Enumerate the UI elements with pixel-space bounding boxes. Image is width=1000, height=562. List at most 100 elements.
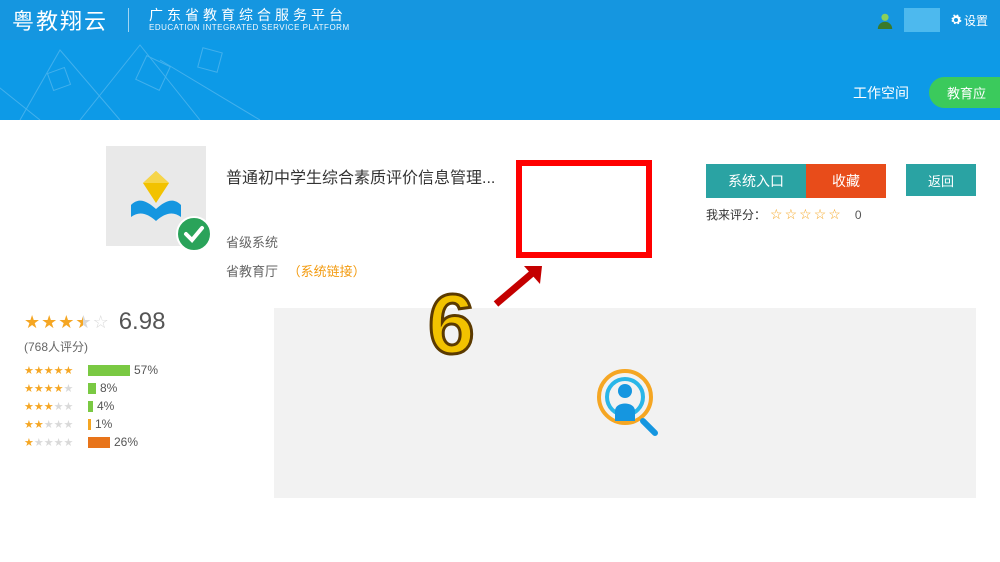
rating-distribution: ★★★★★57%★★★★★8%★★★★★4%★★★★★1%★★★★★26% <box>24 363 244 449</box>
star-icon: ★ <box>24 418 34 431</box>
settings-link[interactable]: 设置 <box>950 12 988 29</box>
star-icon[interactable]: ☆ <box>828 206 841 223</box>
preview-area <box>274 308 976 498</box>
rating-head: ★ ★ ★ ★★ ☆ 6.98 <box>24 308 244 336</box>
app-source: 省教育厅 <box>226 264 278 279</box>
content: 普通初中学生综合素质评价信息管理... 省级系统 省教育厅 （系统链接） 系统入… <box>0 120 1000 280</box>
lower-section: ★ ★ ★ ★★ ☆ 6.98 (768人评分) ★★★★★57%★★★★★8%… <box>0 308 1000 498</box>
star-icon: ★ <box>34 382 44 395</box>
dist-pct: 26% <box>114 435 138 449</box>
dist-stars: ★★★★★ <box>24 400 88 413</box>
logo-subtitle: 广东省教育综合服务平台 EDUCATION INTEGRATED SERVICE… <box>149 7 350 32</box>
banner-nav: 工作空间 教育应 <box>853 77 1000 108</box>
settings-label: 设置 <box>964 12 988 29</box>
star-icon: ★ <box>24 364 34 377</box>
star-icon: ★ <box>41 312 57 333</box>
logo-text: 粤教翔云 <box>12 4 108 36</box>
star-icon: ★ <box>24 400 34 413</box>
star-icon: ★ <box>44 400 54 413</box>
star-dim-icon: ★ <box>34 436 44 449</box>
star-icon[interactable]: ☆ <box>814 206 827 223</box>
star-icon: ★ <box>54 364 64 377</box>
verified-check-icon <box>176 216 212 252</box>
star-half-icon: ★★ <box>75 312 91 333</box>
star-icon: ★ <box>24 382 34 395</box>
star-dim-icon: ★ <box>64 400 74 413</box>
average-score: 6.98 <box>119 308 166 336</box>
star-dim-icon: ★ <box>54 418 64 431</box>
top-right: 设置 <box>876 8 988 32</box>
star-dim-icon: ★ <box>54 436 64 449</box>
action-cluster: 系统入口 收藏 我来评分： ☆ ☆ ☆ ☆ ☆ 0 <box>706 146 886 280</box>
star-icon: ★ <box>64 364 74 377</box>
system-link[interactable]: （系统链接） <box>288 264 366 279</box>
star-icon: ★ <box>24 436 34 449</box>
logo-subtitle-zh: 广东省教育综合服务平台 <box>149 7 350 23</box>
dist-row: ★★★★★4% <box>24 399 244 413</box>
user-target-icon <box>585 363 665 443</box>
dist-pct: 57% <box>134 363 158 377</box>
nav-workspace[interactable]: 工作空间 <box>853 83 909 103</box>
star-icon[interactable]: ☆ <box>785 206 798 223</box>
nav-edu-app[interactable]: 教育应 <box>929 77 1000 108</box>
dist-row: ★★★★★57% <box>24 363 244 377</box>
dist-row: ★★★★★ 1% <box>24 417 244 431</box>
dist-pct: 1% <box>95 417 112 431</box>
star-icon: ★ <box>24 312 40 333</box>
star-icon: ★ <box>54 382 64 395</box>
dist-stars: ★★★★★ <box>24 436 88 449</box>
star-dim-icon: ★ <box>64 436 74 449</box>
app-row: 普通初中学生综合素质评价信息管理... 省级系统 省教育厅 （系统链接） 系统入… <box>24 146 976 280</box>
dist-bar <box>88 365 130 376</box>
star-icon: ★ <box>34 418 44 431</box>
rate-label: 我来评分： <box>706 206 766 223</box>
enter-system-button[interactable]: 系统入口 <box>706 164 806 198</box>
app-icon <box>106 146 206 246</box>
dist-bar <box>88 401 93 412</box>
star-dim-icon: ★ <box>64 382 74 395</box>
star-empty-icon: ☆ <box>93 312 109 333</box>
star-icon: ★ <box>34 364 44 377</box>
star-dim-icon: ★ <box>54 400 64 413</box>
dist-bar <box>88 383 96 394</box>
dist-row: ★★★★★8% <box>24 381 244 395</box>
back-button[interactable]: 返回 <box>906 164 976 196</box>
dist-stars: ★★★★★ <box>24 382 88 395</box>
star-icon[interactable]: ☆ <box>770 206 783 223</box>
my-rating-row: 我来评分： ☆ ☆ ☆ ☆ ☆ 0 <box>706 206 886 223</box>
star-icon: ★ <box>44 364 54 377</box>
rating-count-text: (768人评分) <box>24 338 244 355</box>
rate-stars[interactable]: ☆ ☆ ☆ ☆ ☆ <box>770 206 841 223</box>
banner: 工作空间 教育应 <box>0 40 1000 120</box>
top-bar: 粤教翔云 广东省教育综合服务平台 EDUCATION INTEGRATED SE… <box>0 0 1000 40</box>
dist-stars: ★★★★★ <box>24 364 88 377</box>
logo-subtitle-en: EDUCATION INTEGRATED SERVICE PLATFORM <box>149 23 350 32</box>
app-info: 普通初中学生综合素质评价信息管理... 省级系统 省教育厅 （系统链接） <box>226 146 686 280</box>
app-source-row: 省教育厅 （系统链接） <box>226 261 686 280</box>
star-icon: ★ <box>34 400 44 413</box>
rating-count: 0 <box>855 208 862 222</box>
dist-row: ★★★★★26% <box>24 435 244 449</box>
back-button-col: 返回 <box>906 146 976 280</box>
star-icon: ★ <box>58 312 74 333</box>
logo-block: 粤教翔云 广东省教育综合服务平台 EDUCATION INTEGRATED SE… <box>12 4 350 36</box>
dist-bar <box>88 437 110 448</box>
logo-divider <box>128 8 129 32</box>
button-row: 系统入口 收藏 <box>706 164 886 198</box>
star-icon: ★ <box>44 382 54 395</box>
app-title: 普通初中学生综合素质评价信息管理... <box>226 164 526 188</box>
star-dim-icon: ★ <box>64 418 74 431</box>
rating-panel: ★ ★ ★ ★★ ☆ 6.98 (768人评分) ★★★★★57%★★★★★8%… <box>24 308 244 498</box>
star-icon[interactable]: ☆ <box>799 206 812 223</box>
banner-pattern <box>0 40 1000 120</box>
average-stars: ★ ★ ★ ★★ ☆ <box>24 312 109 333</box>
dist-pct: 8% <box>100 381 117 395</box>
dist-pct: 4% <box>97 399 114 413</box>
favorite-button[interactable]: 收藏 <box>806 164 886 198</box>
user-name-box[interactable] <box>904 8 940 32</box>
dist-stars: ★★★★★ <box>24 418 88 431</box>
user-avatar-icon[interactable] <box>876 11 894 29</box>
gear-icon <box>950 14 962 26</box>
app-meta: 省级系统 <box>226 232 686 251</box>
star-dim-icon: ★ <box>44 436 54 449</box>
